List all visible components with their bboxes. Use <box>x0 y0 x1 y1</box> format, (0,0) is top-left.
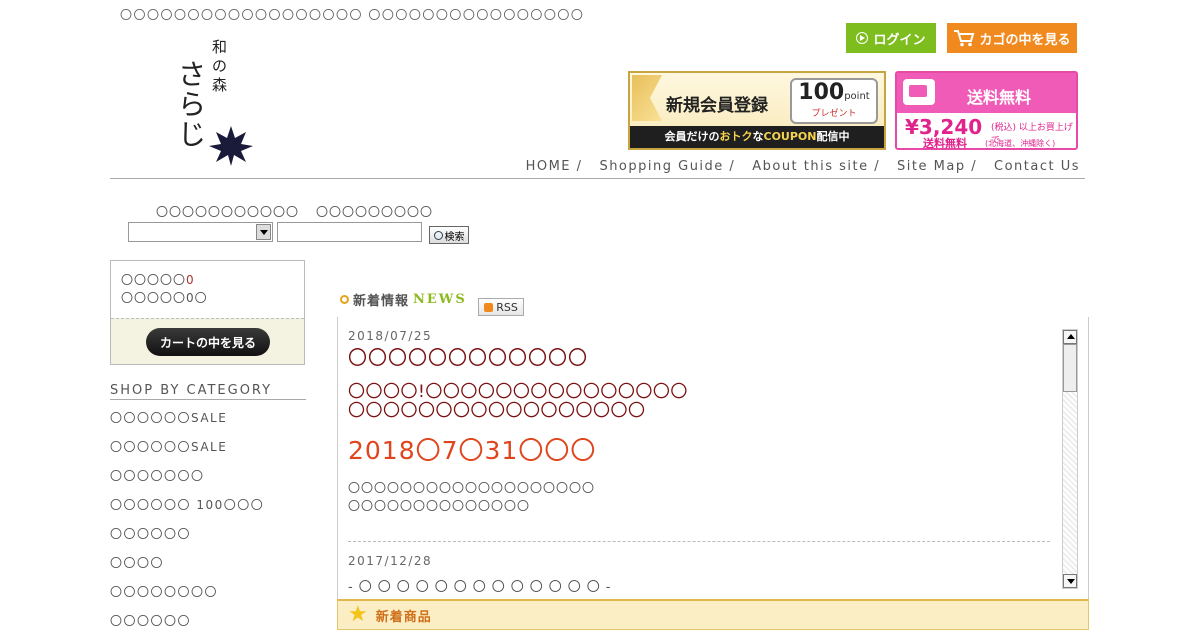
free-shipping-banner[interactable]: 送料無料 ¥3,240 (税込) 以上お買上げで 送料無料 (北海道、沖縄除く) <box>895 71 1078 150</box>
nav-about[interactable]: About this site <box>752 159 868 174</box>
shipping-exclusion-note: (北海道、沖縄除く) <box>985 139 1056 148</box>
news-separator <box>348 541 1050 542</box>
news-date: 2018/07/25 <box>348 329 433 343</box>
play-circle-icon <box>856 32 869 44</box>
category-heading: SHOP BY CATEGORY <box>110 383 306 400</box>
shipping-free-text: 送料無料 <box>923 137 967 150</box>
news-body: 〇〇〇〇!〇〇〇〇〇〇〇〇〇〇〇〇〇〇〇 〇〇〇〇〇〇〇〇〇〇〇〇〇〇〇〇〇 <box>348 383 1048 421</box>
cart-button-area: カートの中を見る <box>111 318 304 364</box>
category-item[interactable]: 〇〇〇〇〇〇〇〇 <box>110 583 264 612</box>
category-item[interactable]: 〇〇〇〇〇〇 100〇〇〇 <box>110 496 264 525</box>
cart-items-label: 〇〇〇〇〇 <box>121 273 187 287</box>
view-cart-button[interactable]: カートの中を見る <box>146 328 270 356</box>
star-icon: ★ <box>348 602 368 627</box>
points-present: プレゼント <box>811 109 857 119</box>
search-button-label: 検索 <box>444 231 465 243</box>
coupon-bar-mid: な <box>752 130 764 143</box>
login-button[interactable]: ログイン <box>846 23 936 53</box>
category-list: 〇〇〇〇〇〇SALE 〇〇〇〇〇〇SALE 〇〇〇〇〇〇〇 〇〇〇〇〇〇 100… <box>110 409 264 641</box>
rss-icon <box>484 302 494 312</box>
cart-total-row: 〇〇〇〇〇0〇 <box>121 291 208 305</box>
global-nav: HOME / Shopping Guide / About this site … <box>525 159 1080 174</box>
rss-button[interactable]: RSS <box>478 298 524 316</box>
points-badge: 100point プレゼント <box>790 78 878 124</box>
scroll-down-icon[interactable] <box>1063 574 1077 588</box>
cart-items-value: 0 <box>186 273 195 287</box>
new-items-label: 新着商品 <box>375 609 432 625</box>
logo-subtitle: 和の森 <box>212 38 228 94</box>
login-label: ログイン <box>873 31 926 47</box>
news-text: 〇〇〇〇〇〇〇〇〇〇〇〇〇〇〇〇〇〇〇 〇〇〇〇〇〇〇〇〇〇〇〇〇〇 <box>348 479 1048 515</box>
view-basket-button[interactable]: カゴの中を見る <box>947 23 1077 53</box>
nav-contact[interactable]: Contact Us <box>994 159 1080 174</box>
category-item[interactable]: 〇〇〇〇〇〇〇 <box>110 467 264 496</box>
chevron-down-icon[interactable] <box>256 224 271 240</box>
scroll-up-icon[interactable] <box>1063 330 1077 344</box>
ribbon-icon <box>632 75 662 121</box>
news-content: 2018/07/25 〇〇〇〇〇〇〇〇〇〇〇〇 〇〇〇〇!〇〇〇〇〇〇〇〇〇〇〇… <box>348 317 1050 595</box>
category-select[interactable] <box>128 222 273 242</box>
category-item[interactable]: 〇〇〇〇 <box>110 554 264 583</box>
cart-summary: 〇〇〇〇〇0 〇〇〇〇〇0〇 カートの中を見る <box>110 260 305 365</box>
coupon-bar-highlight: おトク <box>719 130 753 143</box>
category-item[interactable]: 〇〇〇〇〇〇SALE <box>110 409 264 438</box>
news-heading-jp: 新着情報 <box>353 294 410 309</box>
coupon-word: COUPON <box>763 130 817 143</box>
keyword-search-label: 〇〇〇〇〇〇〇〇〇 <box>316 205 434 219</box>
coupon-bar-pre: 会員だけの <box>664 130 720 143</box>
view-basket-label: カゴの中を見る <box>979 31 1071 47</box>
site-tagline: 〇〇〇〇〇〇〇〇〇〇〇〇〇〇〇〇〇〇 〇〇〇〇〇〇〇〇〇〇〇〇〇〇〇〇 <box>120 8 585 22</box>
member-title: 新規会員登録 <box>666 96 768 116</box>
news-deadline: 2018〇7〇31〇〇〇 <box>348 436 597 465</box>
header-divider <box>110 178 1085 179</box>
news-panel: 2018/07/25 〇〇〇〇〇〇〇〇〇〇〇〇 〇〇〇〇!〇〇〇〇〇〇〇〇〇〇〇… <box>337 317 1089 600</box>
category-item[interactable]: 〇〇〇〇〇〇 <box>110 525 264 554</box>
search-icon <box>433 230 443 240</box>
scroll-thumb[interactable] <box>1063 344 1077 392</box>
nav-site-map[interactable]: Site Map <box>897 159 966 174</box>
truck-icon <box>903 79 935 105</box>
logo-title: さらじ <box>178 58 207 151</box>
coupon-bar: 会員だけのおトクなCOUPON配信中 <box>630 126 884 148</box>
nav-shopping-guide[interactable]: Shopping Guide <box>599 159 723 174</box>
search-button[interactable]: 検索 <box>429 226 469 244</box>
category-item[interactable]: 〇〇〇〇〇〇SALE <box>110 438 264 467</box>
category-search-label: 〇〇〇〇〇〇〇〇〇〇〇 <box>156 205 300 219</box>
news-heading-en: NEWS <box>413 292 467 307</box>
bullet-icon <box>340 295 349 304</box>
points-unit: point <box>844 91 870 102</box>
keyword-input[interactable] <box>277 222 422 242</box>
news-heading: 新着情報 NEWS <box>340 290 467 309</box>
news-scrollbar[interactable] <box>1062 329 1078 589</box>
news-body-line: 〇〇〇〇〇〇〇〇〇〇〇〇〇〇〇〇〇 <box>348 401 646 421</box>
cart-items-row: 〇〇〇〇〇0 <box>111 271 304 289</box>
news-title[interactable]: 〇〇〇〇〇〇〇〇〇〇〇〇 <box>348 347 1048 369</box>
news-date: 2017/12/28 <box>348 554 433 568</box>
news-text-line: 〇〇〇〇〇〇〇〇〇〇〇〇〇〇 <box>348 499 531 513</box>
news-title[interactable]: -〇〇〇〇〇〇〇〇〇〇〇〇〇- <box>348 576 1048 595</box>
news-text-line: 〇〇〇〇〇〇〇〇〇〇〇〇〇〇〇〇〇〇〇 <box>348 481 596 495</box>
nav-home[interactable]: HOME <box>526 159 571 174</box>
rss-label: RSS <box>496 300 518 314</box>
site-logo[interactable]: 和の森 さらじ <box>150 38 260 166</box>
shopping-cart-icon <box>954 30 975 47</box>
new-items-heading: ★ 新着商品 <box>337 599 1089 630</box>
points-value: 100 <box>798 80 845 105</box>
member-registration-banner[interactable]: 新規会員登録 100point プレゼント 会員だけのおトクなCOUPON配信中 <box>628 71 886 150</box>
coupon-bar-post: 配信中 <box>816 130 850 143</box>
shipping-title: 送料無料 <box>967 88 1032 107</box>
category-item[interactable]: 〇〇〇〇〇〇 <box>110 612 264 641</box>
news-body-line: 〇〇〇〇!〇〇〇〇〇〇〇〇〇〇〇〇〇〇〇 <box>348 382 688 402</box>
